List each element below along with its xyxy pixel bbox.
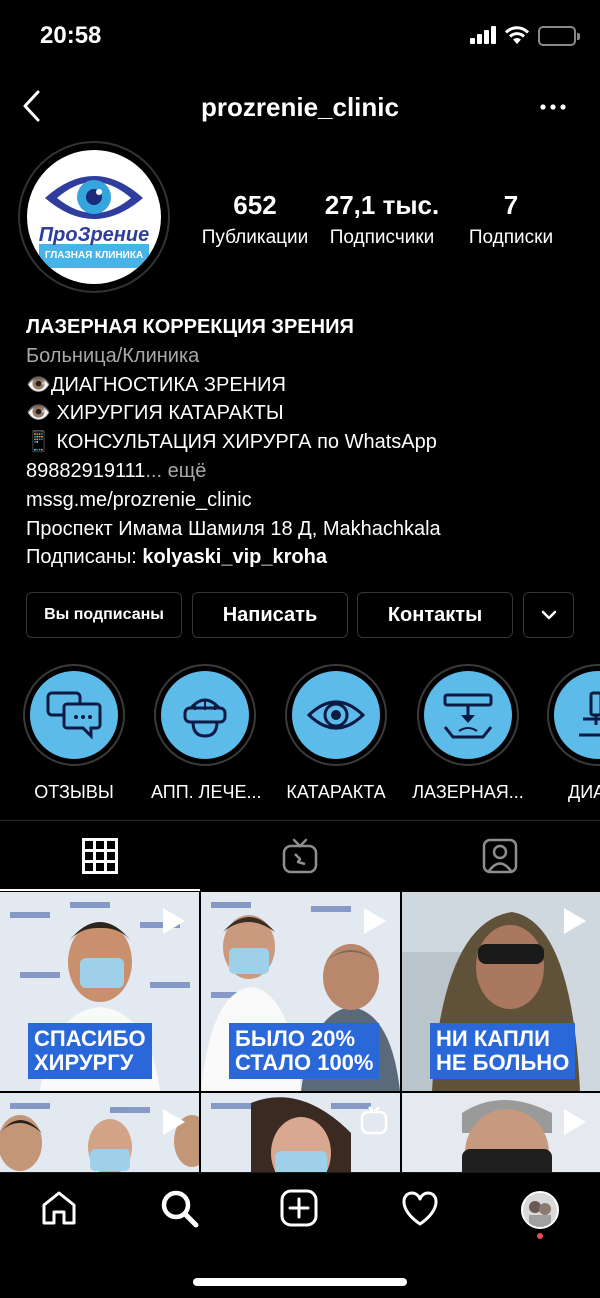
highlight-label: ДИАГН bbox=[568, 782, 600, 802]
followed-by-prefix: Подписаны: bbox=[26, 546, 143, 569]
battery-icon bbox=[538, 26, 580, 46]
microscope-icon bbox=[579, 691, 600, 737]
followed-by-user: kolyaski_vip_kroha bbox=[142, 546, 327, 569]
stat-followers-label: Подписчики bbox=[329, 227, 435, 248]
igtv-icon bbox=[360, 1106, 388, 1135]
stat-following-label: Подписки bbox=[468, 227, 554, 248]
reel-play-icon bbox=[564, 1109, 586, 1135]
stat-followers[interactable]: 27,1 тыс. Подписчики bbox=[322, 190, 442, 249]
vr-headset-icon bbox=[183, 698, 227, 738]
more-options-icon[interactable] bbox=[540, 104, 566, 110]
stat-followers-value: 27,1 тыс. bbox=[324, 190, 440, 220]
bio-more-link[interactable]: ... ещё bbox=[145, 460, 206, 482]
post-caption-banner: СПАСИБО ХИРУРГУ bbox=[28, 1023, 152, 1079]
contacts-button[interactable]: Контакты bbox=[357, 592, 513, 638]
bio-address[interactable]: Проспект Имама Шамиля 18 Д, Makhachkala bbox=[26, 515, 586, 544]
profile-avatar-tab[interactable] bbox=[521, 1191, 559, 1229]
highlight-apparatus[interactable]: АПП. ЛЕЧЕ... bbox=[151, 664, 262, 803]
post-thumbnail[interactable]: БЫЛО 20% СТАЛО 100% bbox=[201, 892, 400, 1091]
notification-dot bbox=[537, 1233, 543, 1239]
highlight-label: КАТАРАКТА bbox=[286, 782, 386, 802]
post-thumbnail[interactable] bbox=[0, 1093, 199, 1172]
reel-play-icon bbox=[163, 1109, 185, 1135]
status-time: 20:58 bbox=[40, 22, 102, 49]
chevron-down-icon bbox=[541, 610, 556, 620]
highlight-reviews[interactable]: ОТЗЫВЫ bbox=[22, 664, 126, 803]
avatar-photo bbox=[523, 1193, 557, 1227]
followed-by[interactable]: Подписаны: kolyaski_vip_kroha bbox=[26, 543, 586, 572]
post-caption-banner: БЫЛО 20% СТАЛО 100% bbox=[229, 1023, 380, 1079]
posts-grid: СПАСИБО ХИРУРГУ БЫЛО 20% СТАЛО 100% НИ К… bbox=[0, 892, 600, 1172]
stat-posts[interactable]: 652 Публикации bbox=[196, 190, 314, 249]
bio-phone-line: 89882919111... ещё bbox=[26, 457, 586, 486]
reel-play-icon bbox=[163, 908, 185, 934]
bio-line: 👁️ДИАГНОСТИКА ЗРЕНИЯ bbox=[26, 373, 286, 396]
bio-phone: 89882919111 bbox=[26, 459, 146, 482]
home-icon[interactable] bbox=[40, 1189, 78, 1227]
activity-heart-icon[interactable] bbox=[400, 1191, 440, 1227]
stat-following[interactable]: 7 Подписки bbox=[454, 190, 568, 249]
stat-posts-label: Публикации bbox=[201, 227, 309, 248]
following-button[interactable]: Вы подписаны bbox=[26, 592, 182, 638]
profile-category: Больница/Клиника bbox=[26, 344, 200, 367]
post-thumbnail[interactable]: НИ КАПЛИ НЕ БОЛЬНО bbox=[402, 892, 600, 1091]
home-indicator bbox=[193, 1278, 407, 1286]
highlight-label: ОТЗЫВЫ bbox=[34, 782, 114, 802]
divider bbox=[0, 820, 600, 821]
profile-tabs bbox=[0, 824, 600, 890]
cellular-signal-icon bbox=[470, 26, 496, 44]
logo-brand-text: ПроЗрение bbox=[38, 224, 150, 246]
logo-subtitle-text: ГЛАЗНАЯ КЛИНИКА bbox=[44, 250, 144, 261]
highlight-diagnostics[interactable]: ДИАГН bbox=[546, 664, 600, 803]
tagged-icon[interactable] bbox=[482, 838, 518, 874]
suggested-dropdown-button[interactable] bbox=[523, 592, 574, 638]
wifi-icon bbox=[504, 26, 530, 44]
active-tab-indicator bbox=[0, 889, 200, 891]
igtv-icon[interactable] bbox=[282, 838, 318, 874]
post-thumbnail[interactable] bbox=[402, 1093, 600, 1172]
profile-username: prozrenie_clinic bbox=[201, 92, 399, 122]
profile-bio: ЛАЗЕРНАЯ КОРРЕКЦИЯ ЗРЕНИЯ Больница/Клини… bbox=[26, 313, 586, 572]
post-thumbnail[interactable]: СПАСИБО ХИРУРГУ bbox=[0, 892, 199, 1091]
search-icon[interactable] bbox=[160, 1189, 200, 1229]
bio-line: 👁️ ХИРУРГИЯ КАТАРАКТЫ bbox=[26, 402, 284, 425]
stat-following-value: 7 bbox=[503, 190, 519, 220]
message-button[interactable]: Написать bbox=[192, 592, 348, 638]
bio-website-link[interactable]: mssg.me/prozrenie_clinic bbox=[26, 486, 586, 515]
post-caption-banner: НИ КАПЛИ НЕ БОЛЬНО bbox=[430, 1023, 576, 1079]
eye-icon bbox=[306, 700, 366, 730]
highlight-cataract[interactable]: КАТАРАКТА bbox=[284, 664, 388, 803]
grid-icon[interactable] bbox=[82, 838, 118, 874]
profile-avatar[interactable]: ПроЗрение ГЛАЗНАЯ КЛИНИКА bbox=[27, 150, 161, 284]
highlight-label: ЛАЗЕРНАЯ... bbox=[412, 782, 524, 802]
stat-posts-value: 652 bbox=[233, 190, 277, 220]
profile-display-name: ЛАЗЕРНАЯ КОРРЕКЦИЯ ЗРЕНИЯ bbox=[26, 316, 354, 338]
laser-icon bbox=[443, 693, 493, 739]
new-post-icon[interactable] bbox=[280, 1189, 318, 1227]
post-thumbnail[interactable] bbox=[201, 1093, 400, 1172]
clinic-logo-icon bbox=[28, 151, 160, 283]
chat-bubbles-icon bbox=[46, 691, 102, 740]
highlight-label: АПП. ЛЕЧЕ... bbox=[151, 782, 262, 802]
reel-play-icon bbox=[364, 908, 386, 934]
highlight-laser[interactable]: ЛАЗЕРНАЯ... bbox=[410, 664, 526, 803]
reel-play-icon bbox=[564, 908, 586, 934]
bio-line: 📱 КОНСУЛЬТАЦИЯ ХИРУРГА по WhatsApp bbox=[26, 431, 437, 454]
status-bar: 20:58 bbox=[0, 0, 600, 70]
profile-header: prozrenie_clinic bbox=[0, 80, 600, 132]
